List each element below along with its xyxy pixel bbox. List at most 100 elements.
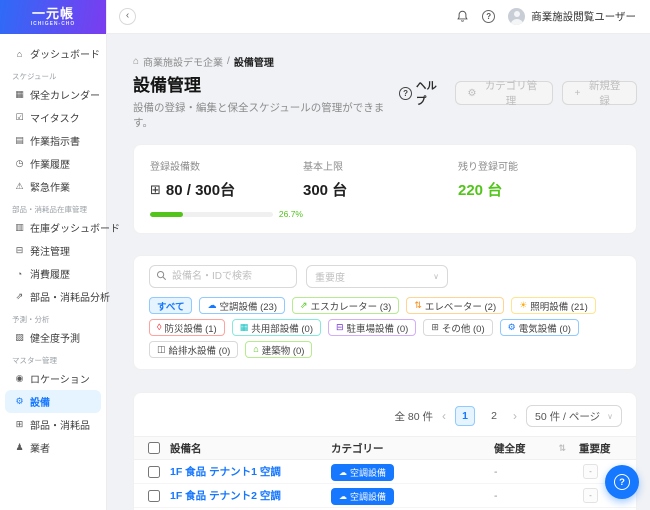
page-1-button[interactable]: 1 — [455, 406, 475, 426]
sidebar-item-label: 部品・消耗品 — [30, 421, 90, 432]
filter-chip-other[interactable]: ⊞ その他 (0) — [423, 319, 493, 336]
next-page-button[interactable]: › — [513, 410, 517, 422]
sidebar-item-location[interactable]: ◉ ロケーション — [0, 367, 106, 390]
registered-progress-bar — [150, 211, 273, 217]
grid-icon: ⊞ — [431, 322, 439, 332]
avatar — [508, 8, 526, 25]
stats-card: 登録設備数 ⊞ 80 / 300台 26.7% 基本上限 300 台 残り登録可… — [133, 144, 637, 234]
sidebar-item-dashboard[interactable]: ⌂ ダッシュボード — [0, 42, 106, 65]
filter-chip-escalator[interactable]: ⇗ エスカレーター (3) — [292, 297, 400, 314]
select-all-checkbox[interactable] — [148, 442, 160, 454]
page-size-select[interactable]: 50 件 / ページ ∨ — [526, 405, 622, 427]
stat-registered-label: 登録設備数 — [150, 162, 200, 173]
chip-label: エレベーター (2) — [424, 301, 497, 313]
table-row: 1F 食品 テナント1 空調 ☁ 空調設備 - - — [134, 460, 636, 484]
sidebar-item-label: 健全度予測 — [30, 334, 80, 345]
filter-chip-electrical[interactable]: ⚙ 電気設備 (0) — [499, 319, 579, 336]
category-badge: ☁ 空調設備 — [331, 464, 395, 481]
category-badge-label: 空調設備 — [350, 468, 387, 478]
house-icon: ⌂ — [253, 344, 259, 354]
topbar: ‹ ? 商業施設閲覧ユーザー — [107, 0, 650, 34]
breadcrumb-current: 設備管理 — [233, 58, 274, 69]
calendar-icon: ▦ — [15, 89, 24, 99]
sidebar-item-consumption-history[interactable]: ◔ 消費履歴 — [0, 262, 106, 285]
sidebar-item-equipment[interactable]: ⚙ 設備 — [5, 390, 101, 413]
sidebar-item-inventory-dashboard[interactable]: ▥ 在庫ダッシュボード — [0, 216, 120, 239]
filter-chip-common-area[interactable]: ▦ 共用部設備 (0) — [231, 319, 321, 336]
stat-limit-label: 基本上限 — [303, 162, 343, 173]
chip-label: その他 (0) — [441, 323, 485, 335]
stat-limit: 基本上限 300 台 — [303, 158, 458, 219]
sidebar-item-emergency-work[interactable]: ⚠ 緊急作業 — [0, 175, 106, 198]
column-header-health: 健全度 — [494, 442, 526, 455]
chip-label: エスカレーター (3) — [310, 301, 392, 313]
chip-label: 照明設備 (21) — [530, 301, 588, 313]
registered-progress-fill — [150, 211, 183, 217]
sidebar-item-label: 設備 — [30, 398, 50, 409]
category-filter-chips: すべて ☁ 空調設備 (23) ⇗ エスカレーター (3) ⇅ エレベーター (… — [149, 297, 621, 358]
question-mark-icon: ? — [614, 474, 630, 490]
row-checkbox[interactable] — [148, 489, 160, 502]
app-logo[interactable]: 一元帳 ICHIGEN-CHO — [0, 0, 106, 34]
notification-bell-icon[interactable] — [456, 10, 469, 23]
sidebar-menu: ⌂ ダッシュボード スケジュール ▦ 保全カレンダー ☑ マイタスク ▤ 作業指… — [0, 34, 120, 459]
sidebar-item-label: ロケーション — [30, 375, 90, 386]
importance-cell[interactable]: - — [583, 488, 598, 503]
sidebar-collapse-button[interactable]: ‹ — [119, 8, 136, 25]
row-checkbox[interactable] — [148, 465, 160, 478]
clock-icon: ◷ — [15, 158, 24, 168]
droplet-icon: ◊ — [157, 322, 162, 332]
equipment-name-link[interactable]: 1F 食品 テナント1 空調 — [170, 464, 331, 479]
sidebar-item-label: 保全カレンダー — [30, 91, 100, 102]
filter-chip-fire-safety[interactable]: ◊ 防災設備 (1) — [149, 319, 225, 336]
shopping-bag-icon: ⊟ — [15, 245, 24, 255]
filter-chip-lighting[interactable]: ☀ 照明設備 (21) — [511, 297, 596, 314]
cloud-icon: ☁ — [339, 492, 347, 501]
floating-help-button[interactable]: ? — [605, 465, 639, 499]
alert-icon: ⚠ — [15, 181, 24, 191]
sidebar-item-label: 発注管理 — [30, 247, 70, 258]
page-2-button[interactable]: 2 — [484, 406, 504, 426]
prev-page-button[interactable]: ‹ — [442, 410, 446, 422]
breadcrumb-company[interactable]: 商業施設デモ企業 — [143, 54, 223, 69]
search-input[interactable] — [149, 265, 297, 288]
sort-icon[interactable]: ⇅ — [558, 443, 566, 454]
sidebar-item-work-history[interactable]: ◷ 作業履歴 — [0, 152, 106, 175]
sidebar-item-my-tasks[interactable]: ☑ マイタスク — [0, 106, 106, 129]
sidebar-item-label: 緊急作業 — [30, 183, 70, 194]
page-title: 設備管理 — [133, 76, 201, 95]
sidebar-heading-master: マスター管理 — [12, 356, 57, 365]
car-icon: ⊟ — [336, 322, 344, 332]
filter-chip-parking[interactable]: ⊟ 駐車場設備 (0) — [328, 319, 417, 336]
importance-select[interactable]: 重要度 ∨ — [306, 265, 448, 288]
sidebar-item-work-orders[interactable]: ▤ 作業指示書 — [0, 129, 106, 152]
equipment-name-link[interactable]: 1F 食品 テナント2 空調 — [170, 488, 331, 503]
sidebar-heading-inventory: 部品・消耗品在庫管理 — [12, 205, 87, 214]
sidebar-item-maintenance-calendar[interactable]: ▦ 保全カレンダー — [0, 83, 106, 106]
chip-label: 防災設備 (1) — [164, 323, 217, 335]
sidebar-item-parts-analysis[interactable]: ⇗ 部品・消耗品分析 — [0, 285, 110, 308]
stat-registered-value: 80 / 300台 — [165, 182, 236, 199]
filter-chip-building[interactable]: ⌂ 建築物 (0) — [245, 341, 313, 358]
filter-chip-plumbing[interactable]: ◫ 給排水設備 (0) — [149, 341, 239, 358]
sidebar-item-vendors[interactable]: ♟ 業者 — [0, 436, 106, 459]
register-new-button[interactable]: + 新規登録 — [562, 80, 637, 107]
category-manage-button[interactable]: ⚙ カテゴリ管理 — [455, 80, 554, 107]
pipes-icon: ◫ — [157, 344, 166, 354]
sidebar-item-order-management[interactable]: ⊟ 発注管理 — [0, 239, 106, 262]
filter-chip-hvac[interactable]: ☁ 空調設備 (23) — [199, 297, 286, 314]
help-button[interactable]: ? ヘルプ — [399, 78, 446, 108]
elevator-icon: ⇅ — [414, 300, 422, 310]
user-menu[interactable]: 商業施設閲覧ユーザー — [508, 8, 636, 25]
filter-chip-elevator[interactable]: ⇅ エレベーター (2) — [406, 297, 505, 314]
sidebar-item-parts-consumables[interactable]: ⊞ 部品・消耗品 — [0, 413, 106, 436]
cloud-icon: ☁ — [207, 300, 217, 310]
filter-chip-all[interactable]: すべて — [149, 297, 193, 314]
equipment-table-card: 全 80 件 ‹ 1 2 › 50 件 / ページ ∨ 設備名 カテゴリー 健全… — [133, 392, 637, 510]
chip-label: 電気設備 (0) — [518, 323, 571, 335]
importance-cell[interactable]: - — [583, 464, 598, 479]
help-icon[interactable]: ? — [482, 10, 496, 23]
chevron-down-icon: ∨ — [607, 411, 613, 421]
sidebar-item-health-prediction[interactable]: ▨ 健全度予測 — [0, 326, 106, 349]
equipment-grid-icon: ⊞ — [150, 181, 161, 197]
